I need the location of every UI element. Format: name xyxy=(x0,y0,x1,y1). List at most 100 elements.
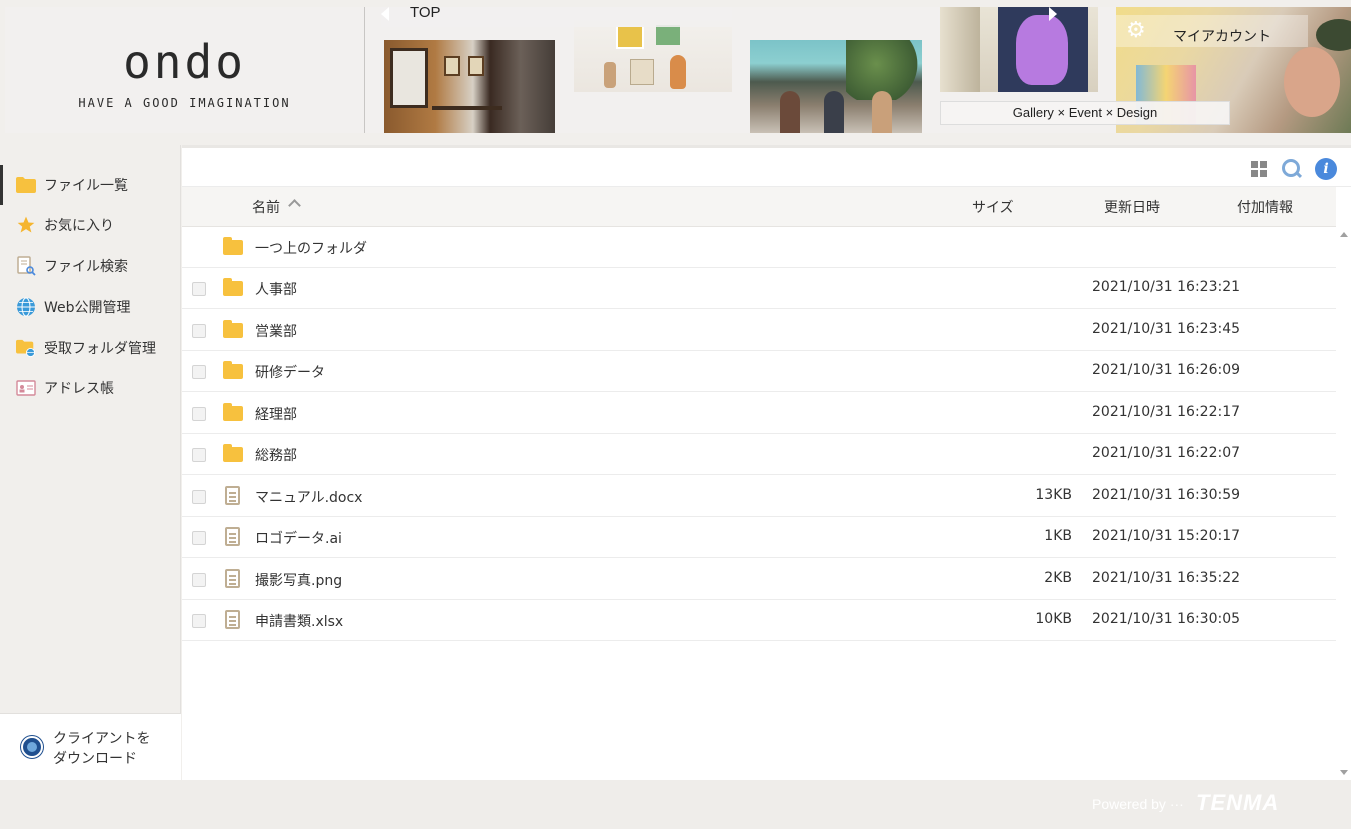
table-row[interactable]: 申請書類.xlsx 10KB 2021/10/31 16:30:05 xyxy=(182,600,1336,641)
document-icon xyxy=(225,610,240,629)
sidebar: ファイル一覧 お気に入り ファイル検索 Web公開管理 受取フォルダ管理 アドレ… xyxy=(0,145,181,780)
event-caption: Gallery × Event × Design xyxy=(940,101,1230,125)
row-name: 撮影写真.png xyxy=(255,573,343,589)
star-icon xyxy=(16,215,36,235)
table-row[interactable]: 総務部 2021/10/31 16:22:07 xyxy=(182,434,1336,475)
sidebar-item-file-search[interactable]: ファイル検索 xyxy=(0,246,181,286)
banner-photo-outdoor-market xyxy=(750,40,922,133)
row-updated: 2021/10/31 16:30:59 xyxy=(1092,487,1241,503)
file-list: 一つ上のフォルダ 人事部 2021/10/31 16:23:21 営業部 202… xyxy=(182,227,1336,780)
row-updated: 2021/10/31 16:30:05 xyxy=(1092,611,1241,627)
row-checkbox[interactable] xyxy=(192,448,206,462)
sidebar-item-file-list[interactable]: ファイル一覧 xyxy=(0,165,181,205)
toolbar: i xyxy=(182,145,1351,187)
row-updated: 2021/10/31 16:26:09 xyxy=(1092,362,1241,378)
sidebar-item-label: アドレス帳 xyxy=(44,381,114,397)
info-icon[interactable]: i xyxy=(1315,158,1337,180)
row-checkbox[interactable] xyxy=(192,531,206,545)
table-row[interactable]: 撮影写真.png 2KB 2021/10/31 16:35:22 xyxy=(182,559,1336,600)
row-name: 営業部 xyxy=(255,324,297,340)
table-row[interactable]: 経理部 2021/10/31 16:22:17 xyxy=(182,393,1336,434)
row-checkbox[interactable] xyxy=(192,614,206,628)
inbox-folder-icon xyxy=(16,338,36,358)
row-updated: 2021/10/31 16:22:07 xyxy=(1092,445,1241,461)
gear-icon: ⚙ xyxy=(1126,18,1146,43)
tenma-logo[interactable]: TENMA xyxy=(1196,790,1279,816)
column-header-name[interactable]: 名前 xyxy=(252,197,280,217)
folder-icon xyxy=(223,444,243,462)
banner-next-arrow-icon[interactable] xyxy=(1049,7,1057,21)
row-size: 10KB xyxy=(1035,611,1072,627)
sidebar-item-label: Web公開管理 xyxy=(44,300,131,316)
sidebar-item-label: お気に入り xyxy=(44,218,114,234)
banner-mid-strip xyxy=(732,7,938,27)
site-header: ondo HAVE A GOOD IMAGINATION TOP Gallery… xyxy=(0,0,1351,140)
banner-prev-arrow-icon[interactable] xyxy=(381,7,389,21)
row-checkbox[interactable] xyxy=(192,407,206,421)
row-size: 13KB xyxy=(1035,487,1072,503)
sidebar-item-favorites[interactable]: お気に入り xyxy=(0,205,181,245)
download-client-label-line2: ダウンロード xyxy=(53,751,137,767)
banner-photo-cafe-interior xyxy=(384,40,555,133)
download-client-button[interactable]: クライアントを ダウンロード xyxy=(0,713,181,780)
folder-icon xyxy=(223,237,243,255)
row-checkbox[interactable] xyxy=(192,573,206,587)
row-name: 研修データ xyxy=(255,365,325,381)
sidebar-item-web-publish[interactable]: Web公開管理 xyxy=(0,287,181,327)
table-row[interactable]: マニュアル.docx 13KB 2021/10/31 16:30:59 xyxy=(182,476,1336,517)
download-client-label-line1: クライアントを xyxy=(53,731,151,747)
table-row[interactable]: ロゴデータ.ai 1KB 2021/10/31 15:20:17 xyxy=(182,517,1336,558)
logo-tagline: HAVE A GOOD IMAGINATION xyxy=(78,96,291,110)
my-account-label: マイアカウント xyxy=(1173,29,1271,45)
vertical-scrollbar[interactable] xyxy=(1336,227,1351,780)
parent-folder-row[interactable]: 一つ上のフォルダ xyxy=(182,227,1336,268)
row-checkbox[interactable] xyxy=(192,324,206,338)
document-icon xyxy=(225,569,240,588)
table-row[interactable]: 研修データ 2021/10/31 16:26:09 xyxy=(182,351,1336,392)
sidebar-item-label: 受取フォルダ管理 xyxy=(44,341,156,357)
hero-banner: TOP Gallery × Event × Design ⚙ マイアカウント xyxy=(365,7,1351,133)
top-link[interactable]: TOP xyxy=(410,7,441,21)
document-icon xyxy=(225,527,240,546)
globe-icon xyxy=(16,297,36,317)
table-row[interactable]: 人事部 2021/10/31 16:23:21 xyxy=(182,268,1336,309)
row-updated: 2021/10/31 16:35:22 xyxy=(1092,570,1241,586)
scroll-down-arrow-icon[interactable] xyxy=(1340,770,1348,775)
logo: ondo xyxy=(123,35,246,89)
row-name: マニュアル.docx xyxy=(255,490,363,506)
folder-icon xyxy=(16,175,36,195)
row-updated: 2021/10/31 16:23:21 xyxy=(1092,279,1241,295)
row-name: 申請書類.xlsx xyxy=(255,614,344,630)
table-header: 名前 サイズ 更新日時 付加情報 xyxy=(182,187,1336,227)
powered-by-text: Powered by ··· xyxy=(1092,796,1184,812)
sort-ascending-icon[interactable] xyxy=(288,199,301,212)
folder-icon xyxy=(223,278,243,296)
row-name: ロゴデータ.ai xyxy=(255,531,342,547)
folder-icon xyxy=(223,320,243,338)
file-search-icon xyxy=(16,256,36,276)
row-updated: 2021/10/31 15:20:17 xyxy=(1092,528,1241,544)
sidebar-item-label: ファイル検索 xyxy=(44,259,128,275)
folder-icon xyxy=(223,403,243,421)
grid-view-icon[interactable] xyxy=(1248,158,1270,180)
row-size: 1KB xyxy=(1044,528,1072,544)
sidebar-item-address-book[interactable]: アドレス帳 xyxy=(0,368,181,408)
sidebar-item-inbox-folder[interactable]: 受取フォルダ管理 xyxy=(0,328,181,368)
footer: Powered by ··· TENMA xyxy=(0,780,1351,829)
row-checkbox[interactable] xyxy=(192,365,206,379)
column-header-size[interactable]: サイズ xyxy=(972,197,1014,217)
address-card-icon xyxy=(16,378,36,398)
my-account-button[interactable]: ⚙ マイアカウント xyxy=(1116,15,1308,47)
row-checkbox[interactable] xyxy=(192,490,206,504)
scroll-up-arrow-icon[interactable] xyxy=(1340,232,1348,237)
table-row[interactable]: 営業部 2021/10/31 16:23:45 xyxy=(182,310,1336,351)
column-header-extra-info[interactable]: 付加情報 xyxy=(1237,197,1293,217)
column-header-updated[interactable]: 更新日時 xyxy=(1104,197,1160,217)
search-icon[interactable] xyxy=(1281,158,1303,180)
row-checkbox[interactable] xyxy=(192,282,206,296)
row-updated: 2021/10/31 16:22:17 xyxy=(1092,404,1241,420)
row-size: 2KB xyxy=(1044,570,1072,586)
logo-area[interactable]: ondo HAVE A GOOD IMAGINATION xyxy=(5,7,364,133)
row-updated: 2021/10/31 16:23:45 xyxy=(1092,321,1241,337)
file-browser: i 名前 サイズ 更新日時 付加情報 一つ上のフォルダ 人事部 2021/10/… xyxy=(182,145,1351,780)
